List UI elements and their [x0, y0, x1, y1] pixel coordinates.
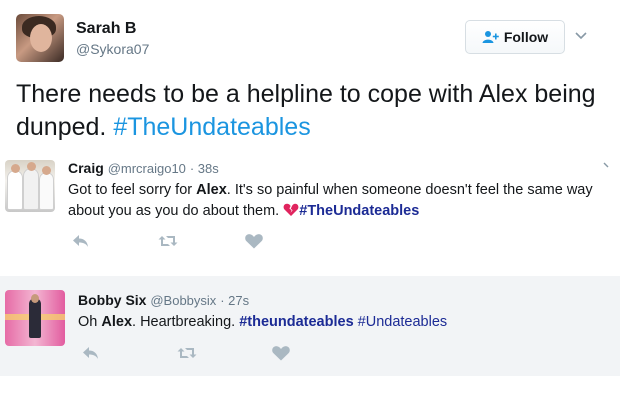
chevron-down-icon[interactable]: [573, 27, 589, 43]
avatar-head: [42, 166, 51, 175]
reply-header: Bobby Six @Bobbysix · 27s: [78, 292, 249, 308]
reply-text: Oh Alex. Heartbreaking. #theundateables …: [78, 312, 608, 333]
avatar-head: [27, 162, 36, 171]
reply-timestamp[interactable]: · 38s: [190, 161, 219, 176]
avatar-figure: [7, 170, 23, 210]
hashtag-link[interactable]: #theundateables: [239, 314, 353, 330]
reply-mention: Alex: [196, 182, 227, 198]
user-handle[interactable]: @Sykora07: [76, 41, 149, 57]
reply-icon[interactable]: [70, 232, 92, 250]
reply-handle[interactable]: @mrcraigo10: [108, 161, 186, 176]
reply-icon[interactable]: [80, 344, 102, 362]
reply-display-name[interactable]: Bobby Six: [78, 292, 146, 308]
reply-mention: Alex: [101, 314, 133, 330]
avatar-face: [30, 24, 52, 52]
hashtag-link[interactable]: #TheUndateables: [299, 203, 419, 219]
avatar[interactable]: [5, 290, 65, 346]
reply-text-prefix: Oh: [78, 314, 98, 330]
reply-tweet-1: Craig @mrcraigo10 · 38s Got to feel sorr…: [0, 152, 620, 274]
reply-tweet-2: Bobby Six @Bobbysix · 27s Oh Alex. Heart…: [0, 276, 620, 376]
reply-text: Got to feel sorry for Alex. It's so pain…: [68, 180, 608, 222]
reply-timestamp[interactable]: · 27s: [220, 293, 249, 308]
avatar[interactable]: [5, 160, 55, 212]
follow-button[interactable]: Follow: [465, 20, 565, 54]
avatar-figure: [23, 168, 39, 210]
reply-header: Craig @mrcraigo10 · 38s: [68, 160, 219, 176]
reply-display-name[interactable]: Craig: [68, 160, 104, 176]
avatar-figure: [39, 172, 54, 210]
reply-text-middle: . Heartbreaking.: [132, 314, 236, 330]
user-display-name[interactable]: Sarah B: [76, 20, 136, 38]
follow-label: Follow: [503, 29, 549, 45]
broken-heart-icon: [283, 203, 299, 216]
hashtag-link[interactable]: #TheUndateables: [113, 113, 310, 141]
tweet-text: There needs to be a helpline to cope wit…: [16, 78, 606, 144]
avatar[interactable]: [16, 14, 64, 62]
add-user-icon: [482, 31, 499, 43]
chevron-down-icon[interactable]: [600, 160, 612, 172]
main-tweet: Sarah B @Sykora07 Follow There needs to …: [0, 0, 620, 152]
hashtag-link[interactable]: #Undateables: [358, 314, 448, 330]
reply-handle[interactable]: @Bobbysix: [150, 293, 216, 308]
avatar-head: [11, 164, 20, 173]
retweet-icon[interactable]: [157, 232, 179, 250]
avatar-figure: [29, 298, 41, 338]
avatar-head: [31, 294, 39, 303]
retweet-icon[interactable]: [176, 344, 198, 362]
reply-text-prefix: Got to feel sorry for: [68, 182, 193, 198]
heart-icon[interactable]: [243, 232, 265, 250]
heart-icon[interactable]: [270, 344, 292, 362]
